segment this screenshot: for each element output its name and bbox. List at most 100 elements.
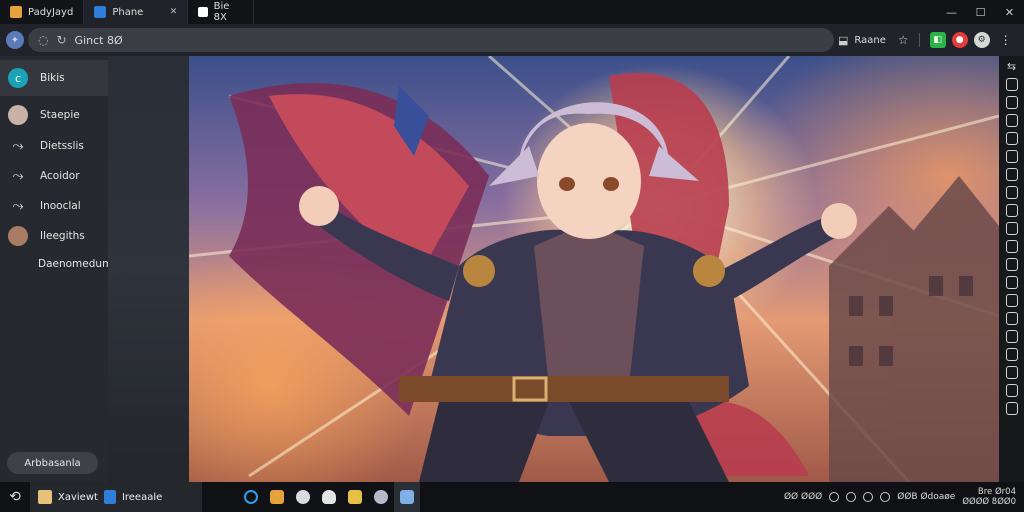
start-icon[interactable]: ⟲ bbox=[0, 482, 30, 512]
dock-icon[interactable] bbox=[1005, 114, 1018, 127]
sidebar: c Bikis Staepie ⤳ Dietsslis ⤳ Acoidor ⤳ … bbox=[0, 56, 112, 482]
dock-icon[interactable] bbox=[1005, 150, 1018, 163]
shield-icon[interactable] bbox=[316, 482, 342, 512]
dock-icon[interactable] bbox=[1005, 132, 1018, 145]
sidebar-item-label: Dietsslis bbox=[40, 140, 84, 152]
store-icon[interactable] bbox=[264, 482, 290, 512]
dock-icon[interactable] bbox=[1005, 204, 1018, 217]
tab-label: PadyJayd bbox=[28, 6, 74, 18]
terminal-icon bbox=[198, 7, 208, 17]
avatar-icon bbox=[8, 226, 28, 246]
window-controls: — ☐ ✕ bbox=[937, 0, 1024, 24]
pin-icon: ⤳ bbox=[12, 138, 24, 154]
toolbar-actions: ⬓ Raane ☆ ◧ ● ⚙ ⋮ bbox=[838, 28, 1012, 52]
clock[interactable]: Bre Ør04 ØØØØ 8ØØ0 bbox=[962, 487, 1016, 507]
app-icon bbox=[94, 6, 107, 18]
dock-icon[interactable] bbox=[1005, 348, 1018, 361]
tab-label: Phane bbox=[112, 6, 144, 18]
browser-logo-icon[interactable]: ✦ bbox=[6, 31, 24, 49]
minimize-button[interactable]: — bbox=[937, 0, 966, 24]
sidebar-item-bikis[interactable]: c Bikis bbox=[0, 60, 108, 96]
side-panel bbox=[108, 56, 189, 482]
dock-icon[interactable] bbox=[1005, 186, 1018, 199]
media-icon[interactable] bbox=[368, 482, 394, 512]
tab-1[interactable]: PadyJayd bbox=[0, 0, 85, 24]
battery-icon[interactable] bbox=[863, 492, 874, 502]
cortana-icon[interactable] bbox=[238, 482, 264, 512]
extension-icon[interactable]: ⬓ bbox=[838, 34, 848, 47]
network-icon[interactable] bbox=[829, 492, 840, 502]
active-app-icon[interactable] bbox=[394, 482, 420, 512]
sidebar-item-daenomedum[interactable]: Daenomedum bbox=[0, 251, 112, 277]
red-extension-icon[interactable]: ● bbox=[951, 32, 968, 48]
sidebar-item-staepie[interactable]: Staepie bbox=[0, 102, 108, 128]
dock-icon[interactable] bbox=[1005, 330, 1018, 343]
maximize-button[interactable]: ☐ bbox=[966, 0, 995, 24]
dock-icon[interactable] bbox=[1005, 294, 1018, 307]
tab-label: Bie 8X bbox=[213, 1, 230, 23]
green-extension-icon[interactable]: ◧ bbox=[929, 32, 946, 48]
hero-image bbox=[189, 56, 999, 482]
tab-2[interactable]: Phane ✕ bbox=[84, 0, 189, 24]
address-text: Ginct 8Ø bbox=[74, 33, 123, 47]
dock-icon[interactable] bbox=[1005, 366, 1018, 379]
taskbar: ⟲ Xaviewt Ireeaale ØØ ØØØ ØØB Ødoaøe Bre… bbox=[0, 482, 1024, 512]
divider bbox=[918, 33, 920, 47]
sidebar-item-label: Bikis bbox=[40, 72, 65, 84]
dock-icon[interactable]: ⇆ bbox=[1007, 60, 1016, 73]
reload-icon[interactable]: ↻ bbox=[56, 33, 66, 47]
dock-icon[interactable] bbox=[1005, 78, 1018, 91]
sidebar-item-label: Inooclal bbox=[40, 200, 81, 212]
tab-3[interactable]: Bie 8X bbox=[188, 0, 255, 24]
dock-icon[interactable] bbox=[1005, 96, 1018, 109]
notification-icon[interactable] bbox=[880, 492, 891, 502]
settings-icon[interactable]: ⚙ bbox=[973, 32, 990, 48]
book-icon bbox=[38, 490, 52, 504]
pin-icon: ⤳ bbox=[12, 168, 24, 184]
sidebar-item-dietsslis[interactable]: ⤳ Dietsslis bbox=[0, 133, 108, 159]
chat-icon[interactable] bbox=[290, 482, 316, 512]
dock-icon[interactable] bbox=[1005, 168, 1018, 181]
app-icon bbox=[103, 490, 116, 504]
dock-icon[interactable] bbox=[1005, 402, 1018, 415]
dock-icon[interactable] bbox=[1005, 312, 1018, 325]
shield-icon[interactable]: ◌ bbox=[38, 33, 48, 47]
dock-icon[interactable] bbox=[1005, 240, 1018, 253]
clock-date: ØØØØ 8ØØ0 bbox=[962, 497, 1016, 507]
address-bar[interactable]: ◌ ↻ Ginct 8Ø bbox=[28, 28, 834, 52]
close-window-button[interactable]: ✕ bbox=[995, 0, 1024, 24]
sidebar-item-label: Ileegiths bbox=[40, 230, 85, 242]
sidebar-item-inooclal[interactable]: ⤳ Inooclal bbox=[0, 193, 108, 219]
browser-window: PadyJayd Phane ✕ Bie 8X — ☐ ✕ ✦ ◌ ↻ Ginc… bbox=[0, 0, 1024, 512]
pinned-apps bbox=[238, 482, 420, 512]
pin-icon: ⤳ bbox=[12, 198, 24, 214]
sidebar-footer-button[interactable]: Arbbasanla bbox=[7, 452, 98, 474]
taskbar-window[interactable]: Xaviewt Ireeaale bbox=[30, 482, 202, 512]
dock-icon[interactable] bbox=[1005, 384, 1018, 397]
dock-icon[interactable] bbox=[1005, 276, 1018, 289]
menu-icon[interactable]: ⋮ bbox=[1000, 33, 1012, 47]
hero-illustration bbox=[189, 56, 999, 482]
close-icon[interactable]: ✕ bbox=[170, 7, 178, 17]
avatar-icon bbox=[8, 105, 28, 125]
tray-status: ØØB Ødoaøe bbox=[897, 492, 956, 502]
files-icon[interactable] bbox=[342, 482, 368, 512]
system-tray: ØØ ØØØ ØØB Ødoaøe Bre Ør04 ØØØØ 8ØØ0 bbox=[784, 487, 1024, 507]
clock-time: Bre Ør04 bbox=[977, 487, 1016, 497]
volume-icon[interactable] bbox=[846, 492, 857, 502]
tray-text: ØØ ØØØ bbox=[783, 492, 823, 502]
taskbar-window-label: Ireeaale bbox=[121, 491, 163, 503]
sidebar-item-acoidor[interactable]: ⤳ Acoidor bbox=[0, 163, 108, 189]
star-icon[interactable]: ☆ bbox=[898, 33, 909, 47]
c-logo-icon: c bbox=[8, 68, 28, 88]
sidebar-item-label: Acoidor bbox=[40, 170, 80, 182]
sidebar-item-label: Daenomedum bbox=[38, 258, 113, 270]
sidebar-item-label: Staepie bbox=[40, 109, 80, 121]
right-dock: ⇆ bbox=[999, 56, 1024, 482]
profile-label[interactable]: Raane bbox=[854, 35, 885, 46]
taskbar-window-label: Xaviewt bbox=[58, 491, 98, 503]
dock-icon[interactable] bbox=[1005, 258, 1018, 271]
app-icon bbox=[10, 6, 22, 18]
dock-icon[interactable] bbox=[1005, 222, 1018, 235]
sidebar-item-ileegiths[interactable]: Ileegiths bbox=[0, 223, 108, 249]
